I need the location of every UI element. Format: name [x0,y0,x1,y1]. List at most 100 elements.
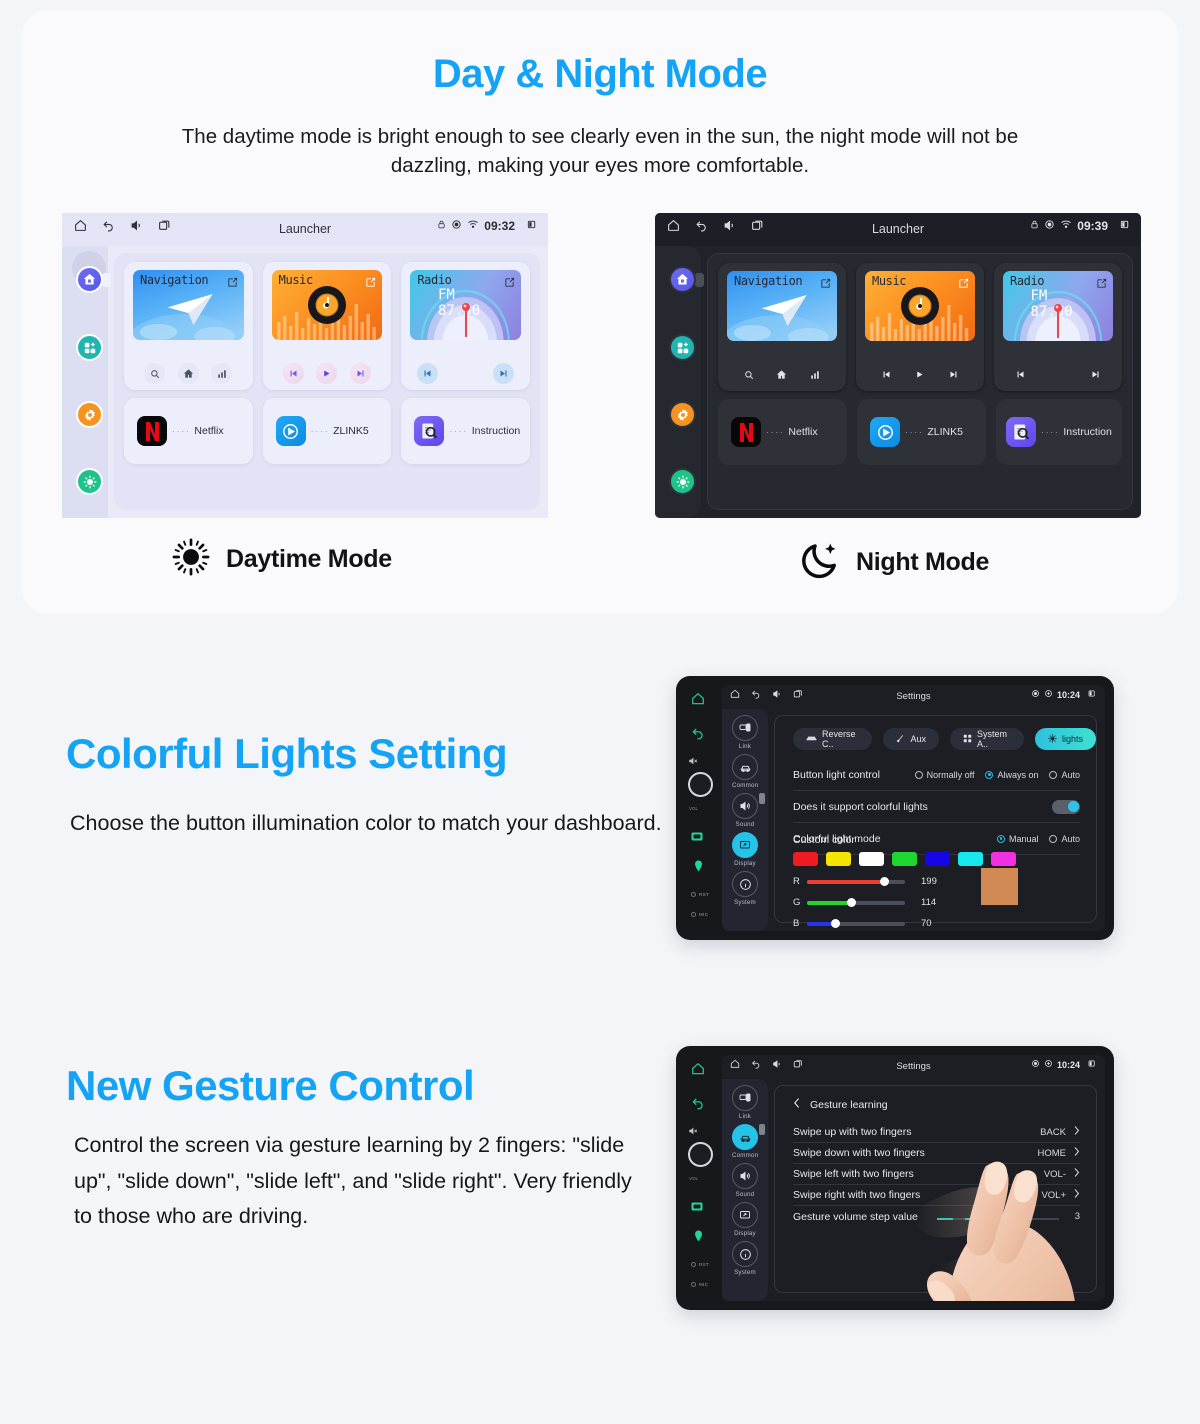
mute-hw-icon[interactable] [688,756,698,766]
app-zlink5[interactable]: ···· ZLINK5 [262,398,392,464]
prev-icon[interactable] [282,363,304,384]
tab-aux[interactable]: Aux [883,728,939,750]
home-icon[interactable] [771,364,793,385]
rail-item-common[interactable]: Common [732,754,758,789]
home-icon[interactable] [177,363,199,384]
app-netflix[interactable]: ···· Netflix [718,399,847,465]
gesture-settings-body: Gesture learning Swipe up with two finge… [774,1085,1097,1293]
tile-navigation[interactable]: Navigation [124,262,253,390]
back-hw-icon[interactable] [691,726,705,740]
tab-system-a[interactable]: System A.. [949,728,1024,750]
swatch-red[interactable] [793,852,818,866]
rail-item-settings[interactable] [76,401,103,428]
app-label: ZLINK5 [927,426,963,438]
row-swipe-right[interactable]: Swipe right with two fingers VOL+ [793,1185,1080,1206]
rail-item-display[interactable]: Display [732,1202,758,1237]
app-netflix[interactable]: ···· Netflix [124,398,253,464]
equalizer-icon[interactable] [211,363,233,384]
app-zlink5[interactable]: ···· ZLINK5 [857,399,986,465]
rail-item-home[interactable] [76,266,103,293]
next-icon[interactable] [493,363,515,384]
equalizer-icon[interactable] [804,364,826,385]
rail-item-system[interactable]: System [732,871,758,906]
reset-hw-dot[interactable] [691,892,696,897]
caption-label: Night Mode [856,548,990,576]
sdcard-hw-icon [691,1202,703,1211]
rail-item-settings[interactable] [669,401,696,428]
next-icon[interactable] [1085,364,1106,385]
edit-icon[interactable] [504,275,515,293]
swatch-white[interactable] [859,852,884,866]
tile-music[interactable]: Music [262,262,392,390]
row-swipe-down[interactable]: Swipe down with two fingers HOME [793,1143,1080,1164]
rail-item-display[interactable]: Display [732,832,758,867]
volume-knob[interactable] [688,1142,713,1167]
swatch-cyan[interactable] [958,852,983,866]
edit-icon[interactable] [1096,276,1107,294]
option-auto[interactable]: Auto [1049,834,1080,844]
next-icon[interactable] [942,364,964,385]
row-swipe-up[interactable]: Swipe up with two fingers BACK [793,1122,1080,1143]
slider-track-r[interactable] [807,877,905,886]
edit-icon[interactable] [958,276,969,294]
tab-reverse-camera[interactable]: Reverse C.. [793,728,873,750]
swatch-yellow[interactable] [826,852,851,866]
edit-icon[interactable] [820,276,831,294]
tile-navigation[interactable]: Navigation [718,263,846,391]
play-icon[interactable] [909,364,931,385]
row-gesture-step[interactable]: Gesture volume step value 3 [793,1206,1080,1227]
option-manual[interactable]: Manual [996,834,1038,844]
swatch-green[interactable] [892,852,917,866]
moon-icon [800,540,840,585]
home-hw-icon[interactable] [691,692,705,706]
rail-item-sound[interactable]: Sound [732,1163,758,1198]
chevron-right-icon [1073,1147,1080,1159]
rail-item-system[interactable]: System [732,1241,758,1276]
app-instruction[interactable]: ···· Instruction [996,399,1122,465]
search-icon[interactable] [144,363,166,384]
option-auto[interactable]: Auto [1049,770,1080,780]
option-always-on[interactable]: Always on [985,770,1038,780]
play-icon[interactable] [316,363,338,384]
slider-track-g[interactable] [807,898,905,907]
option-normally-off[interactable]: Normally off [914,770,974,780]
rail-item-home[interactable] [669,266,696,293]
mute-hw-icon[interactable] [688,1126,698,1136]
battery-icon [1119,219,1131,233]
tile-music[interactable]: Music [856,263,984,391]
step-slider-track[interactable] [936,1217,1059,1220]
slider-track-b[interactable] [807,919,905,928]
volume-label: VOL [689,1176,699,1181]
rail-item-apps[interactable] [669,334,696,361]
tile-radio[interactable]: FM 87.50 Radio [994,263,1122,391]
rail-item-common[interactable]: Common [732,1124,758,1159]
tab-lights[interactable]: lights [1034,728,1096,750]
home-hw-icon[interactable] [691,1062,705,1076]
tile-radio[interactable]: FM 87.50 Radio [401,262,531,390]
row-swipe-left[interactable]: Swipe left with two fingers VOL- [793,1164,1080,1185]
app-instruction[interactable]: ···· Instruction [401,398,531,464]
prev-icon[interactable] [876,364,898,385]
swatch-magenta[interactable] [991,852,1016,866]
search-icon[interactable] [738,364,760,385]
next-icon[interactable] [350,363,372,384]
rail-item-brightness[interactable] [76,468,103,495]
prev-icon[interactable] [1010,364,1031,385]
rail-item-link[interactable]: Link [732,1085,758,1120]
prev-icon[interactable] [417,363,439,384]
back-hw-icon[interactable] [691,1096,705,1110]
rail-item-brightness[interactable] [669,468,696,495]
reset-hw-dot[interactable] [691,1262,696,1267]
volume-knob[interactable] [688,772,713,797]
swatch-blue[interactable] [925,852,950,866]
back-breadcrumb[interactable]: Gesture learning [793,1098,888,1111]
app-label: Instruction [471,425,521,437]
rail-label: Display [734,1230,756,1237]
rail-item-link[interactable]: Link [732,715,758,750]
rail-item-sound[interactable]: Sound [732,793,758,828]
edit-icon[interactable] [365,275,376,293]
edit-icon[interactable] [227,275,238,293]
colorful-lights-toggle[interactable] [1052,799,1080,814]
rail-item-apps[interactable] [76,334,103,361]
page-subtitle: The daytime mode is bright enough to see… [181,125,1019,178]
